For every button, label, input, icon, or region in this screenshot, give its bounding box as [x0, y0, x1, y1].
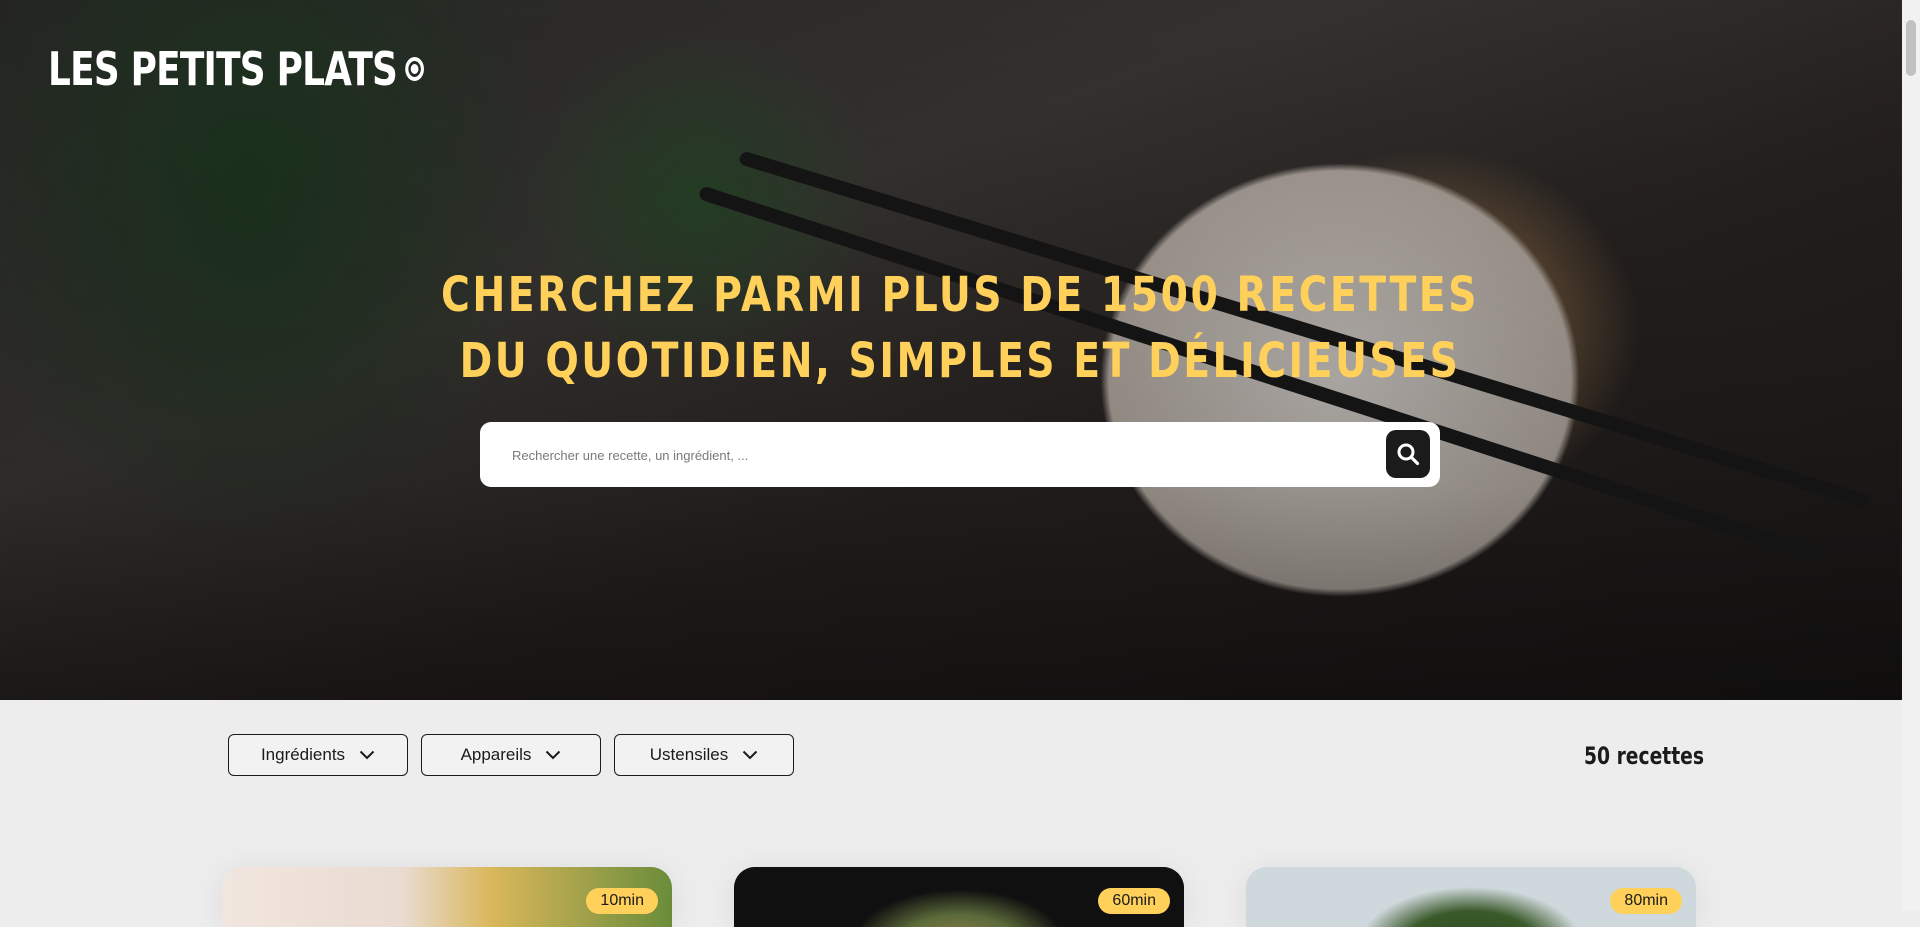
search-input[interactable]	[510, 422, 1354, 489]
filter-appareils-dropdown[interactable]: Appareils	[421, 734, 601, 776]
recipe-card[interactable]: 60min	[734, 867, 1184, 927]
chevron-down-icon	[359, 750, 375, 760]
search-icon	[1397, 443, 1420, 466]
chevron-down-icon	[546, 750, 561, 760]
headline-line-2: DU QUOTIDIEN, SIMPLES ET DÉLICIEUSES	[459, 333, 1461, 389]
logo-circle-icon	[404, 57, 424, 81]
filter-label: Ustensiles	[649, 745, 729, 764]
filter-ingredients-dropdown[interactable]: Ingrédients	[228, 734, 408, 776]
scrollbar-thumb[interactable]	[1906, 20, 1916, 76]
filter-bar: Ingrédients Appareils Ustensiles	[228, 734, 794, 776]
filter-label: Ingrédients	[260, 745, 346, 764]
hero-banner: LES PETITS PLATS CHERCHEZ PARMI PLUS DE …	[0, 0, 1902, 700]
recipe-card[interactable]: 80min	[1246, 867, 1696, 927]
headline-line-1: CHERCHEZ PARMI PLUS DE 1500 RECETTES	[441, 267, 1479, 323]
search-button[interactable]	[1386, 430, 1430, 478]
filter-label: Appareils	[460, 745, 532, 764]
filter-ustensiles-dropdown[interactable]: Ustensiles	[614, 734, 794, 776]
logo-text: LES PETITS PLATS	[48, 42, 398, 96]
recipe-card[interactable]: 10min	[222, 867, 672, 927]
site-logo[interactable]: LES PETITS PLATS	[48, 42, 424, 96]
recipe-time-badge: 10min	[586, 888, 658, 914]
search-bar	[480, 422, 1440, 489]
recipe-time-badge: 60min	[1098, 888, 1170, 914]
chevron-down-icon	[742, 750, 758, 760]
page-scrollbar[interactable]	[1902, 0, 1920, 911]
recipe-time-badge: 80min	[1610, 888, 1682, 914]
hero-headline: CHERCHEZ PARMI PLUS DE 1500 RECETTES DU …	[0, 262, 1902, 394]
recipe-count: 50 recettes	[1584, 742, 1705, 770]
